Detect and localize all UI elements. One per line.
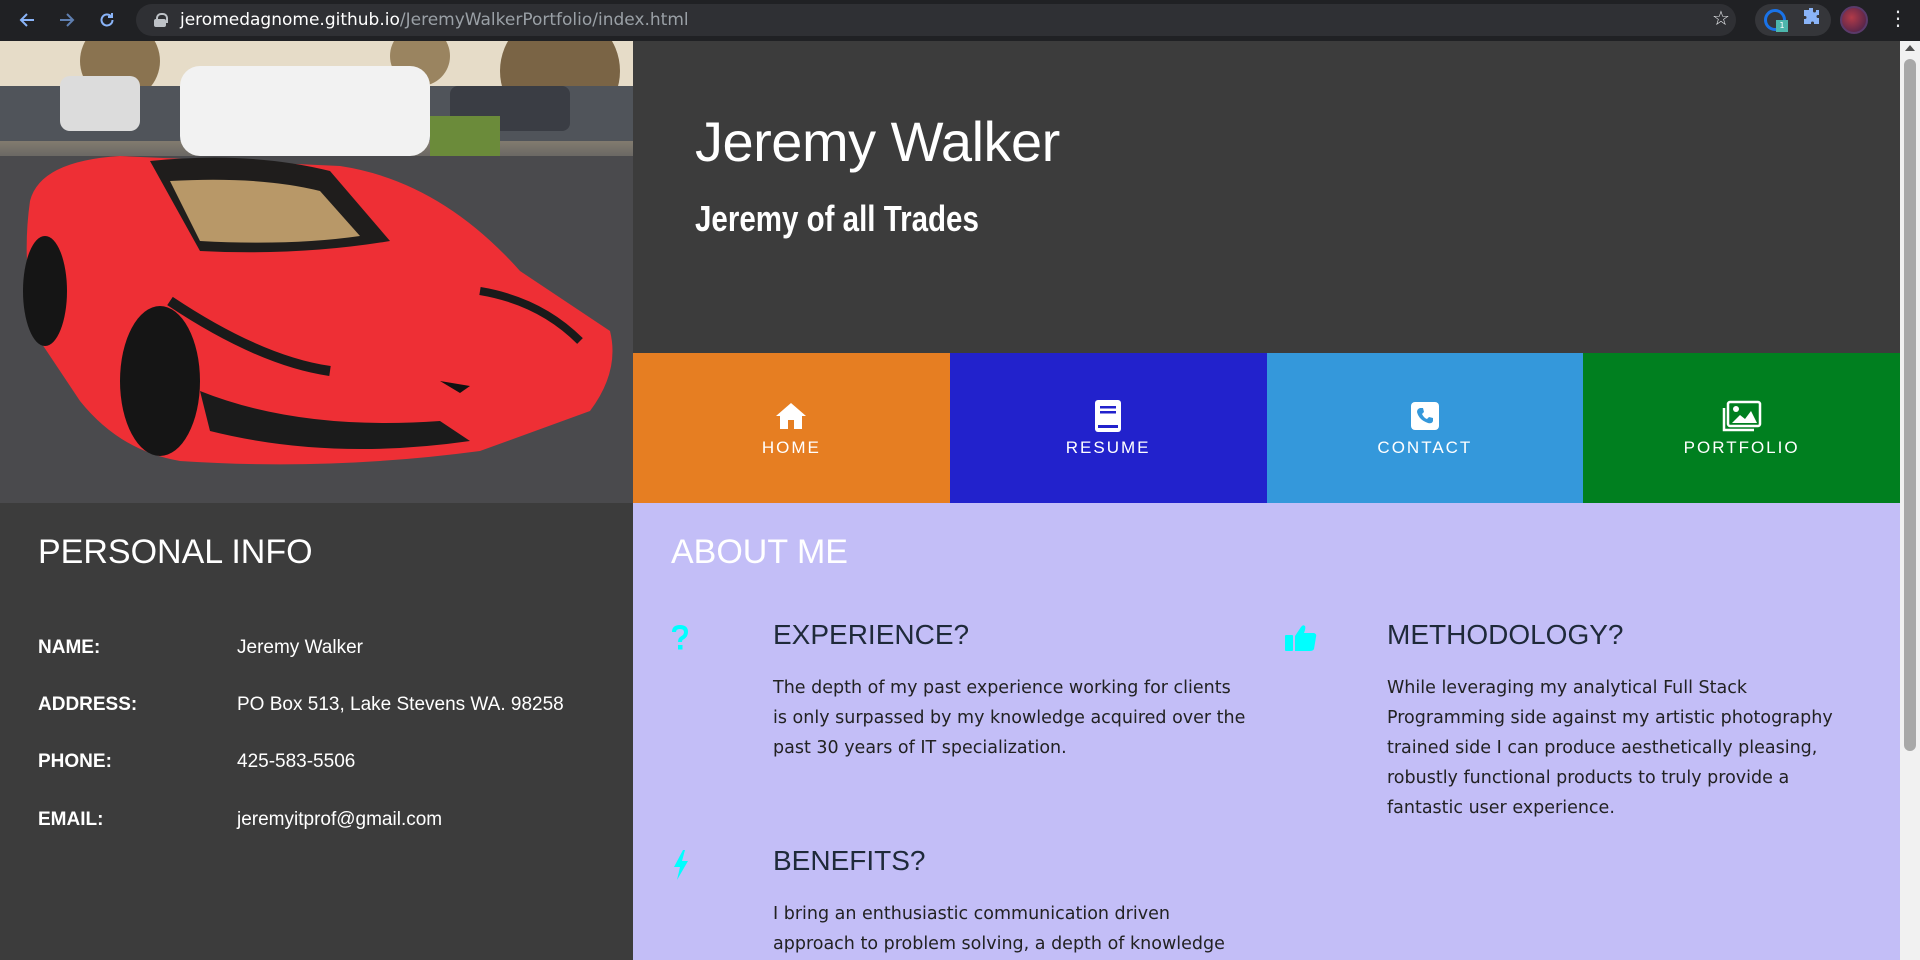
forward-button[interactable] — [48, 1, 86, 39]
text-line: fantastic user experience. — [1387, 798, 1615, 818]
browser-toolbar: jeromedagnome.github.io/JeremyWalkerPort… — [0, 0, 1920, 41]
page-scrollbar[interactable] — [1900, 41, 1920, 960]
feature-text-experience: The depth of my past experience working … — [773, 673, 1245, 763]
personal-info-heading: PERSONAL INFO — [38, 533, 313, 571]
scrollbar-thumb[interactable] — [1904, 59, 1916, 751]
nav-tiles: HOME RESUME CONTACT PORTFOLIO — [633, 353, 1900, 503]
hero-car-photo — [0, 41, 633, 503]
about-me-section: ABOUT ME EXPERIENCE? The depth of my pas… — [633, 503, 1900, 960]
reload-button[interactable] — [88, 1, 126, 39]
page-content: Jeremy Walker Jeremy of all Trades HOME … — [0, 41, 1900, 960]
feature-title-methodology: METHODOLOGY? — [1387, 619, 1624, 650]
puzzle-icon[interactable] — [1801, 6, 1821, 31]
text-line: approach to problem solving, a depth of … — [773, 934, 1225, 954]
lock-icon — [154, 13, 168, 27]
info-label: ADDRESS: — [38, 694, 138, 715]
feature-title-experience: EXPERIENCE? — [773, 619, 970, 650]
personal-info-section: PERSONAL INFO NAME: Jeremy Walker ADDRES… — [0, 503, 633, 960]
page-title: Jeremy Walker — [695, 110, 1060, 173]
thumbs-up-icon — [1284, 623, 1318, 657]
text-line: trained side I can produce aesthetically… — [1387, 738, 1818, 758]
reload-icon — [100, 13, 114, 27]
scroll-up-arrow-icon[interactable] — [1905, 45, 1915, 51]
text-line: I bring an enthusiastic communication dr… — [773, 904, 1170, 924]
text-line: While leveraging my analytical Full Stac… — [1387, 678, 1748, 698]
phone-icon — [1410, 398, 1440, 434]
back-button[interactable] — [8, 1, 46, 39]
page-subtitle: Jeremy of all Trades — [695, 198, 979, 239]
question-icon — [671, 624, 689, 655]
text-line: is only surpassed by my knowledge acquir… — [773, 708, 1246, 728]
text-line: Programming side against my artistic pho… — [1387, 708, 1833, 728]
about-me-heading: ABOUT ME — [671, 533, 848, 571]
home-icon — [774, 398, 808, 434]
info-value: 425-583-5506 — [237, 751, 356, 772]
info-row-email: EMAIL: jeremyitprof@gmail.com — [38, 809, 618, 831]
feature-text-benefits: I bring an enthusiastic communication dr… — [773, 899, 1225, 959]
nav-resume[interactable]: RESUME — [949, 353, 1267, 503]
nav-home-label: HOME — [761, 438, 821, 457]
menu-kebab-icon[interactable]: ⋮ — [1888, 6, 1908, 30]
address-bar[interactable]: jeromedagnome.github.io/JeremyWalkerPort… — [136, 4, 1736, 36]
bolt-icon — [671, 849, 691, 885]
nav-contact-label: CONTACT — [1377, 438, 1473, 457]
url-path: /JeremyWalkerPortfolio/index.html — [399, 10, 689, 30]
text-line: past 30 years of IT specialization. — [773, 738, 1067, 758]
info-row-phone: PHONE: 425-583-5506 — [38, 751, 618, 773]
header: Jeremy Walker Jeremy of all Trades — [633, 41, 1900, 353]
text-line: robustly functional products to truly pr… — [1387, 768, 1790, 788]
feature-text-methodology: While leveraging my analytical Full Stac… — [1387, 673, 1833, 823]
forward-arrow-icon — [60, 13, 75, 27]
images-icon — [1722, 398, 1762, 434]
back-arrow-icon — [19, 13, 34, 27]
nav-portfolio[interactable]: PORTFOLIO — [1583, 353, 1900, 503]
info-value[interactable]: jeremyitprof@gmail.com — [237, 809, 442, 831]
info-row-name: NAME: Jeremy Walker — [38, 637, 618, 659]
info-label: EMAIL: — [38, 809, 104, 830]
feature-title-benefits: BENEFITS? — [773, 845, 926, 876]
profile-avatar[interactable] — [1840, 6, 1868, 34]
info-row-address: ADDRESS: PO Box 513, Lake Stevens WA. 98… — [38, 694, 618, 716]
text-line: The depth of my past experience working … — [773, 678, 1231, 698]
info-label: PHONE: — [38, 751, 112, 772]
info-value: PO Box 513, Lake Stevens WA. 98258 — [237, 694, 564, 715]
info-label: NAME: — [38, 637, 101, 658]
extension-badge: 1 — [1776, 20, 1788, 32]
nav-portfolio-label: PORTFOLIO — [1683, 438, 1800, 457]
url-host: jeromedagnome.github.io — [180, 10, 400, 30]
bookmark-star-icon[interactable]: ☆ — [1712, 6, 1730, 30]
nav-resume-label: RESUME — [1065, 438, 1151, 457]
info-value: Jeremy Walker — [237, 637, 363, 658]
book-icon — [1093, 398, 1123, 434]
nav-home[interactable]: HOME — [633, 353, 950, 503]
nav-contact[interactable]: CONTACT — [1266, 353, 1584, 503]
